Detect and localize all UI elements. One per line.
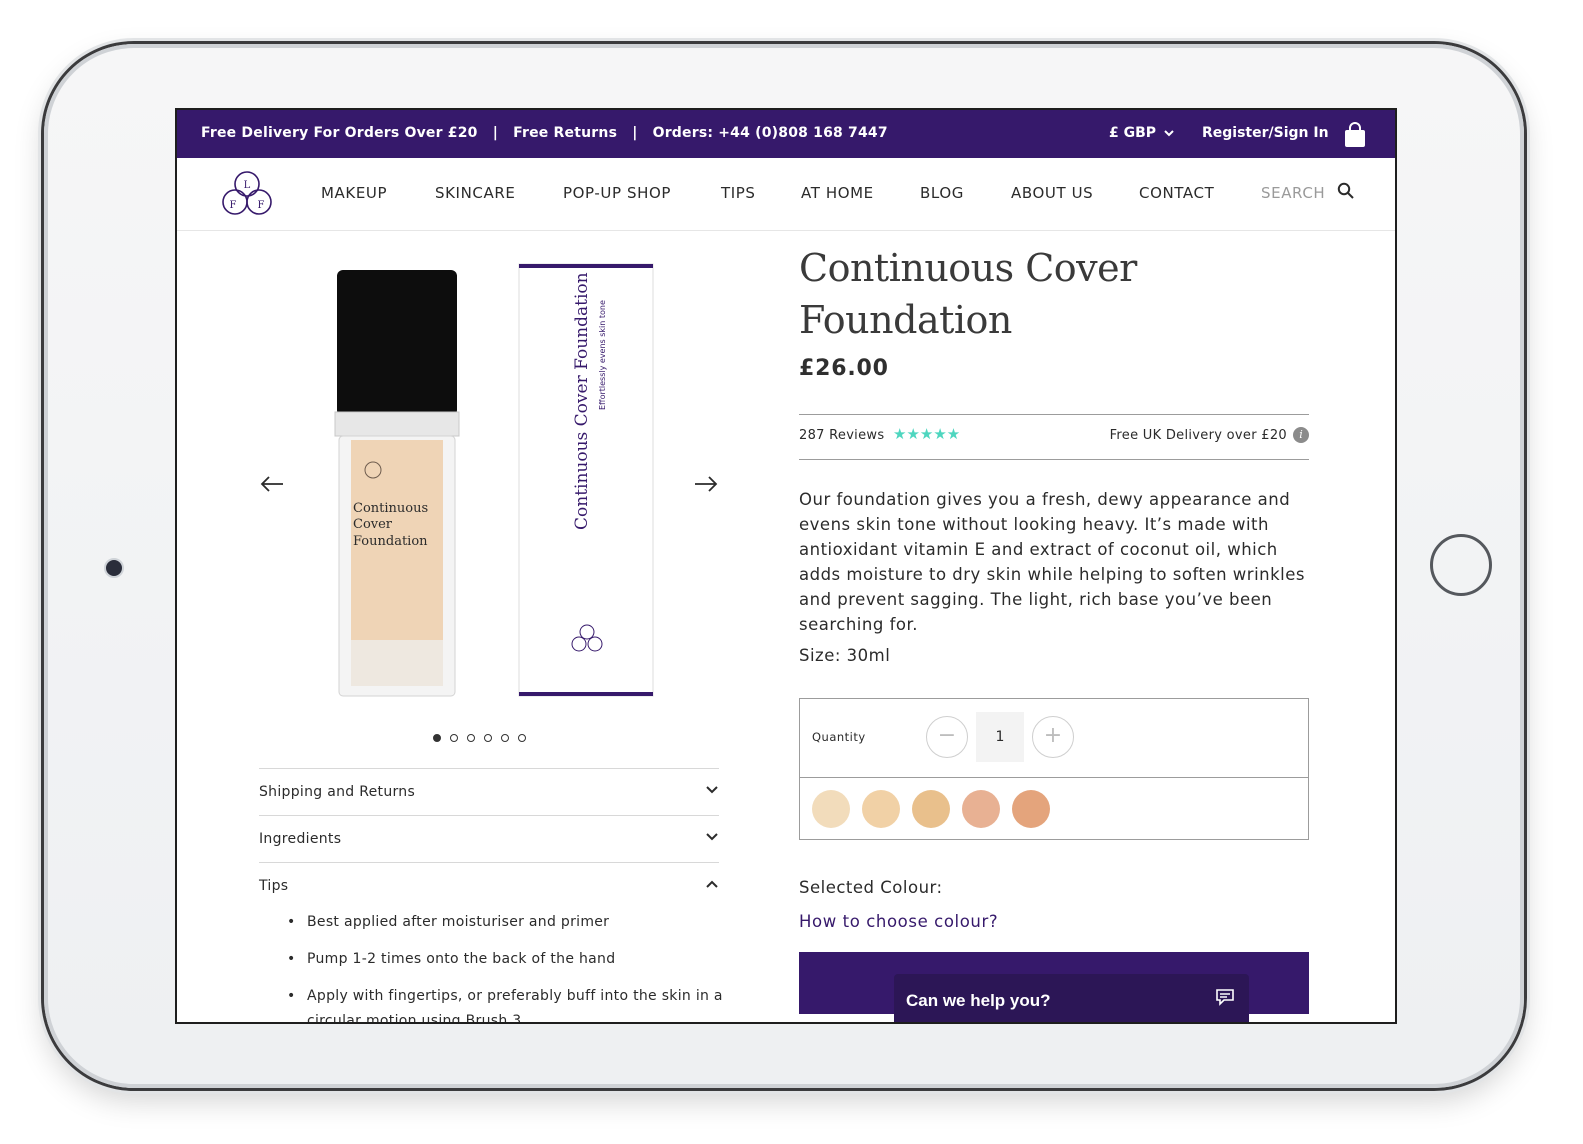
accordion-label: Tips bbox=[259, 878, 289, 894]
chevron-down-icon bbox=[706, 833, 718, 841]
accordion-label: Shipping and Returns bbox=[259, 784, 416, 800]
main-nav: L F F MAKEUP SKINCARE POP-UP SHOP TIPS A… bbox=[177, 158, 1395, 231]
product-title: Continuous Cover Foundation bbox=[799, 242, 1219, 346]
list-item: Pump 1-2 times onto the back of the hand bbox=[287, 947, 727, 972]
bottle-label-line: Foundation bbox=[353, 534, 428, 549]
carousel-dot[interactable] bbox=[484, 734, 492, 742]
colour-swatches bbox=[812, 790, 1050, 828]
product-title-line: Continuous Cover bbox=[799, 246, 1137, 290]
screen: Free Delivery For Orders Over £20 | Free… bbox=[175, 108, 1397, 1024]
product-title-line: Foundation bbox=[799, 298, 1012, 342]
list-item: Apply with fingertips, or preferably buf… bbox=[287, 984, 727, 1022]
free-returns-text: Free Returns bbox=[513, 125, 618, 141]
colour-swatch[interactable] bbox=[962, 790, 1000, 828]
logo-letter-f: F bbox=[230, 200, 237, 211]
carousel-dots bbox=[433, 734, 526, 742]
box-title: Continuous Cover Foundation bbox=[572, 272, 592, 530]
quantity-decrease-button[interactable]: − bbox=[926, 716, 968, 758]
divider: | bbox=[492, 125, 499, 141]
search-input[interactable]: SEARCH bbox=[1261, 184, 1325, 202]
brand-logo[interactable]: L F F bbox=[219, 168, 275, 220]
nav-blog[interactable]: BLOG bbox=[920, 184, 964, 202]
nav-popup-shop[interactable]: POP-UP SHOP bbox=[563, 184, 671, 202]
search-icon[interactable] bbox=[1337, 182, 1355, 200]
divider: | bbox=[632, 125, 638, 141]
options-box: Quantity − 1 + bbox=[799, 698, 1309, 840]
chat-widget[interactable]: Can we help you? bbox=[894, 974, 1249, 1022]
logo-letter-l: L bbox=[244, 180, 251, 191]
free-uk-delivery-text: Free UK Delivery over £20 bbox=[1109, 428, 1287, 443]
free-delivery-text: Free Delivery For Orders Over £20 bbox=[201, 125, 478, 141]
nav-contact[interactable]: CONTACT bbox=[1139, 184, 1214, 202]
chevron-up-icon bbox=[706, 880, 718, 888]
accordion-shipping[interactable]: Shipping and Returns bbox=[259, 768, 719, 817]
colour-swatch[interactable] bbox=[862, 790, 900, 828]
product-price: £26.00 bbox=[799, 356, 889, 381]
quantity-increase-button[interactable]: + bbox=[1032, 716, 1074, 758]
carousel-dot[interactable] bbox=[501, 734, 509, 742]
prev-arrow-icon[interactable] bbox=[259, 474, 285, 494]
chat-bubble-icon bbox=[1216, 989, 1234, 1006]
colour-swatch[interactable] bbox=[1012, 790, 1050, 828]
chevron-down-icon bbox=[706, 786, 718, 794]
camera-icon bbox=[104, 558, 124, 578]
carousel-dot[interactable] bbox=[433, 734, 441, 742]
nav-at-home[interactable]: AT HOME bbox=[801, 184, 874, 202]
chevron-down-icon bbox=[1164, 130, 1174, 137]
tips-list: Best applied after moisturiser and prime… bbox=[287, 910, 727, 1022]
currency-selector[interactable]: £ GBP bbox=[1109, 125, 1174, 141]
info-icon[interactable]: i bbox=[1293, 427, 1309, 443]
quantity-label: Quantity bbox=[812, 730, 866, 744]
next-arrow-icon[interactable] bbox=[693, 474, 719, 494]
product-image[interactable]: Continuous Cover Foundation Continuous C… bbox=[259, 250, 719, 710]
accordion-ingredients[interactable]: Ingredients bbox=[259, 815, 719, 864]
selected-colour-label: Selected Colour: bbox=[799, 878, 943, 897]
nav-tips[interactable]: TIPS bbox=[721, 184, 756, 202]
review-bar: 287 Reviews ★★★★★ Free UK Delivery over … bbox=[799, 414, 1309, 460]
carousel-dot[interactable] bbox=[518, 734, 526, 742]
logo-letter-f: F bbox=[258, 200, 265, 211]
nav-skincare[interactable]: SKINCARE bbox=[435, 184, 515, 202]
top-bar: Free Delivery For Orders Over £20 | Free… bbox=[177, 110, 1395, 158]
reviews-link[interactable]: 287 Reviews bbox=[799, 428, 884, 443]
box-subtitle: Effortlessly evens skin tone bbox=[598, 300, 607, 410]
chat-label: Can we help you? bbox=[906, 991, 1051, 1010]
register-signin-link[interactable]: Register/Sign In bbox=[1202, 125, 1329, 141]
nav-makeup[interactable]: MAKEUP bbox=[321, 184, 387, 202]
product-box: Continuous Cover Foundation Effortlessly… bbox=[518, 263, 654, 697]
foundation-bottle: Continuous Cover Foundation bbox=[334, 270, 460, 697]
carousel-dot[interactable] bbox=[450, 734, 458, 742]
quantity-field[interactable]: 1 bbox=[976, 712, 1024, 762]
list-item: Best applied after moisturiser and prime… bbox=[287, 910, 727, 935]
accordion-label: Ingredients bbox=[259, 831, 342, 847]
how-to-choose-colour-link[interactable]: How to choose colour? bbox=[799, 912, 998, 931]
product-size: Size: 30ml bbox=[799, 646, 891, 665]
promo-strip: Free Delivery For Orders Over £20 | Free… bbox=[201, 125, 898, 141]
bottle-label-line: Cover bbox=[353, 517, 393, 532]
bottle-label-line: Continuous bbox=[353, 501, 428, 516]
product-description: Our foundation gives you a fresh, dewy a… bbox=[799, 490, 1306, 634]
accordion-tips[interactable]: Tips bbox=[259, 862, 719, 911]
colour-swatch[interactable] bbox=[912, 790, 950, 828]
orders-phone-text: Orders: +44 (0)808 168 7447 bbox=[652, 125, 888, 141]
currency-label: £ GBP bbox=[1109, 125, 1157, 141]
star-rating[interactable]: ★★★★★ bbox=[893, 425, 960, 443]
carousel-dot[interactable] bbox=[467, 734, 475, 742]
colour-swatch[interactable] bbox=[812, 790, 850, 828]
quantity-row: Quantity − 1 + bbox=[800, 699, 1308, 778]
home-button[interactable] bbox=[1430, 534, 1492, 596]
nav-about-us[interactable]: ABOUT US bbox=[1011, 184, 1093, 202]
shopping-bag-icon[interactable] bbox=[1344, 122, 1366, 148]
